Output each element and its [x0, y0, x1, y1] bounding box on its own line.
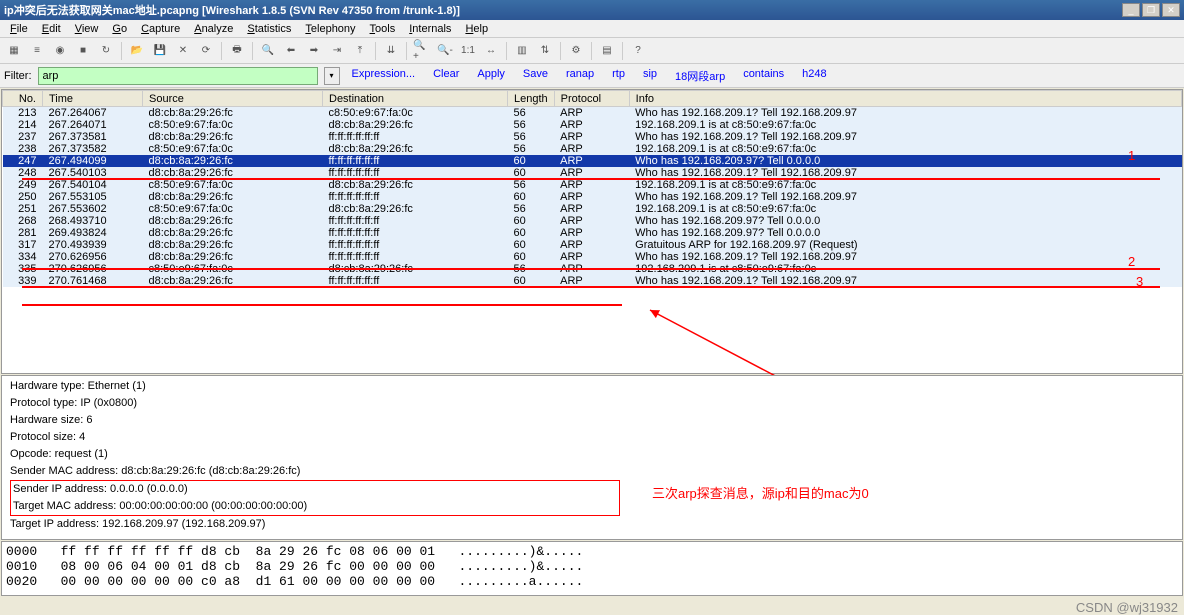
find-icon[interactable]: 🔍 [258, 41, 278, 61]
packet-row[interactable]: 281 269.493824 d8:cb:8a:29:26:fc ff:ff:f… [3, 227, 1182, 239]
packet-bytes-pane[interactable]: 0000 ff ff ff ff ff ff d8 cb 8a 29 26 fc… [1, 541, 1183, 596]
goto-icon[interactable]: ⇥ [327, 41, 347, 61]
save-icon[interactable]: 💾 [150, 41, 170, 61]
resize-icon[interactable]: ↔ [481, 41, 501, 61]
packet-row[interactable]: 248 267.540103 d8:cb:8a:29:26:fc ff:ff:f… [3, 167, 1182, 179]
detail-line[interactable]: Protocol type: IP (0x0800) [10, 395, 1174, 412]
col-length[interactable]: Length [508, 91, 555, 107]
packet-row[interactable]: 214 267.264071 c8:50:e9:67:fa:0c d8:cb:8… [3, 119, 1182, 131]
filter-btn-contains[interactable]: contains [743, 68, 784, 84]
menu-tools[interactable]: Tools [364, 22, 402, 36]
menu-view[interactable]: View [69, 22, 105, 36]
filter-btn-h248[interactable]: h248 [802, 68, 826, 84]
packet-row[interactable]: 250 267.553105 d8:cb:8a:29:26:fc ff:ff:f… [3, 191, 1182, 203]
cap-icon[interactable]: ◉ [50, 41, 70, 61]
filter2-icon[interactable]: ▤ [597, 41, 617, 61]
detail-line[interactable]: Target IP address: 192.168.209.97 (192.1… [10, 516, 1174, 533]
menu-statistics[interactable]: Statistics [241, 22, 297, 36]
packet-row[interactable]: 335 270.626956 c8:50:e9:67:fa:0c d8:cb:8… [3, 263, 1182, 275]
menu-go[interactable]: Go [106, 22, 133, 36]
packet-row[interactable]: 317 270.493939 d8:cb:8a:29:26:fc ff:ff:f… [3, 239, 1182, 251]
col-protocol[interactable]: Protocol [554, 91, 629, 107]
help-icon[interactable]: ? [628, 41, 648, 61]
menu-analyze[interactable]: Analyze [188, 22, 239, 36]
filter-btn-ranap[interactable]: ranap [566, 68, 594, 84]
packet-row[interactable]: 237 267.373581 d8:cb:8a:29:26:fc ff:ff:f… [3, 131, 1182, 143]
stop-icon[interactable]: ■ [73, 41, 93, 61]
opts-icon[interactable]: ⚙ [566, 41, 586, 61]
maximize-button[interactable]: ❐ [1142, 3, 1160, 17]
filter-label: Filter: [4, 70, 32, 82]
filter-btn-sip[interactable]: sip [643, 68, 657, 84]
close-icon[interactable]: ✕ [173, 41, 193, 61]
detail-line[interactable]: Sender IP address: 0.0.0.0 (0.0.0.0) [10, 480, 1174, 498]
detail-line[interactable]: Sender MAC address: d8:cb:8a:29:26:fc (d… [10, 463, 1174, 480]
gotop-icon[interactable]: ⤒ [350, 41, 370, 61]
packet-row[interactable]: 339 270.761468 d8:cb:8a:29:26:fc ff:ff:f… [3, 275, 1182, 287]
detail-line[interactable]: Hardware type: Ethernet (1) [10, 378, 1174, 395]
filter-toolbar: Filter: ▾ Expression... Clear Apply Save ran… [0, 64, 1184, 88]
filter-btn-apply[interactable]: Apply [477, 68, 505, 84]
detail-line[interactable]: Target MAC address: 00:00:00:00:00:00 (0… [10, 498, 1174, 516]
col-no[interactable]: No. [3, 91, 43, 107]
watermark: CSDN @wj31932 [1076, 600, 1178, 615]
filter-btn-18-arp[interactable]: 18网段arp [675, 68, 725, 84]
filter-dropdown[interactable]: ▾ [324, 67, 340, 85]
detail-line[interactable]: Hardware size: 6 [10, 412, 1174, 429]
restart-icon[interactable]: ↻ [96, 41, 116, 61]
reload-icon[interactable]: ⟳ [196, 41, 216, 61]
minimize-button[interactable]: _ [1122, 3, 1140, 17]
cols-icon[interactable]: ▥ [512, 41, 532, 61]
filter-btn-save[interactable]: Save [523, 68, 548, 84]
packet-list-header[interactable]: No. Time Source Destination Length Proto… [3, 91, 1182, 107]
fwd-icon[interactable]: ➡ [304, 41, 324, 61]
packet-details-pane[interactable]: Hardware type: Ethernet (1) Protocol typ… [1, 375, 1183, 540]
col-destination[interactable]: Destination [323, 91, 508, 107]
menu-help[interactable]: Help [459, 22, 494, 36]
list-icon[interactable]: ≡ [27, 41, 47, 61]
col-info[interactable]: Info [629, 91, 1181, 107]
auto-icon[interactable]: ⇊ [381, 41, 401, 61]
packet-row[interactable]: 268 268.493710 d8:cb:8a:29:26:fc ff:ff:f… [3, 215, 1182, 227]
zoom1-icon[interactable]: 1:1 [458, 41, 478, 61]
packet-row[interactable]: 334 270.626956 d8:cb:8a:29:26:fc ff:ff:f… [3, 251, 1182, 263]
filter-input[interactable] [38, 67, 318, 85]
zoomout-icon[interactable]: 🔍- [435, 41, 455, 61]
detail-line[interactable]: Protocol size: 4 [10, 429, 1174, 446]
window-title: ip冲突后无法获取网关mac地址.pcapng [Wireshark 1.8.5… [4, 2, 1120, 18]
packet-row[interactable]: 247 267.494099 d8:cb:8a:29:26:fc ff:ff:f… [3, 155, 1182, 167]
filter-btn-expression-[interactable]: Expression... [352, 68, 416, 84]
packet-row[interactable]: 251 267.553602 c8:50:e9:67:fa:0c d8:cb:8… [3, 203, 1182, 215]
close-button[interactable]: ✕ [1162, 3, 1180, 17]
menu-bar: FileEditViewGoCaptureAnalyzeStatisticsTe… [0, 20, 1184, 38]
detail-line[interactable]: Opcode: request (1) [10, 446, 1174, 463]
back-icon[interactable]: ⬅ [281, 41, 301, 61]
menu-telephony[interactable]: Telephony [299, 22, 361, 36]
packet-row[interactable]: 249 267.540104 c8:50:e9:67:fa:0c d8:cb:8… [3, 179, 1182, 191]
col-source[interactable]: Source [143, 91, 323, 107]
col-time[interactable]: Time [43, 91, 143, 107]
menu-edit[interactable]: Edit [36, 22, 67, 36]
open-icon[interactable]: 📂 [127, 41, 147, 61]
filter-btn-clear[interactable]: Clear [433, 68, 459, 84]
title-bar: ip冲突后无法获取网关mac地址.pcapng [Wireshark 1.8.5… [0, 0, 1184, 20]
nic-icon[interactable]: ▦ [4, 41, 24, 61]
packet-row[interactable]: 213 267.264067 d8:cb:8a:29:26:fc c8:50:e… [3, 107, 1182, 120]
print-icon[interactable]: 🖶 [227, 41, 247, 61]
zoomin-icon[interactable]: 🔍+ [412, 41, 432, 61]
main-toolbar: ▦≡◉■↻ 📂💾✕⟳ 🖶 🔍⬅➡⇥⤒ ⇊ 🔍+🔍-1:1↔ ▥⇅ ⚙ ▤? [0, 38, 1184, 64]
menu-file[interactable]: File [4, 22, 34, 36]
filter-btn-rtp[interactable]: rtp [612, 68, 625, 84]
scroll-icon[interactable]: ⇅ [535, 41, 555, 61]
menu-internals[interactable]: Internals [403, 22, 457, 36]
packet-list-pane[interactable]: No. Time Source Destination Length Proto… [1, 89, 1183, 374]
menu-capture[interactable]: Capture [135, 22, 186, 36]
packet-row[interactable]: 238 267.373582 c8:50:e9:67:fa:0c d8:cb:8… [3, 143, 1182, 155]
